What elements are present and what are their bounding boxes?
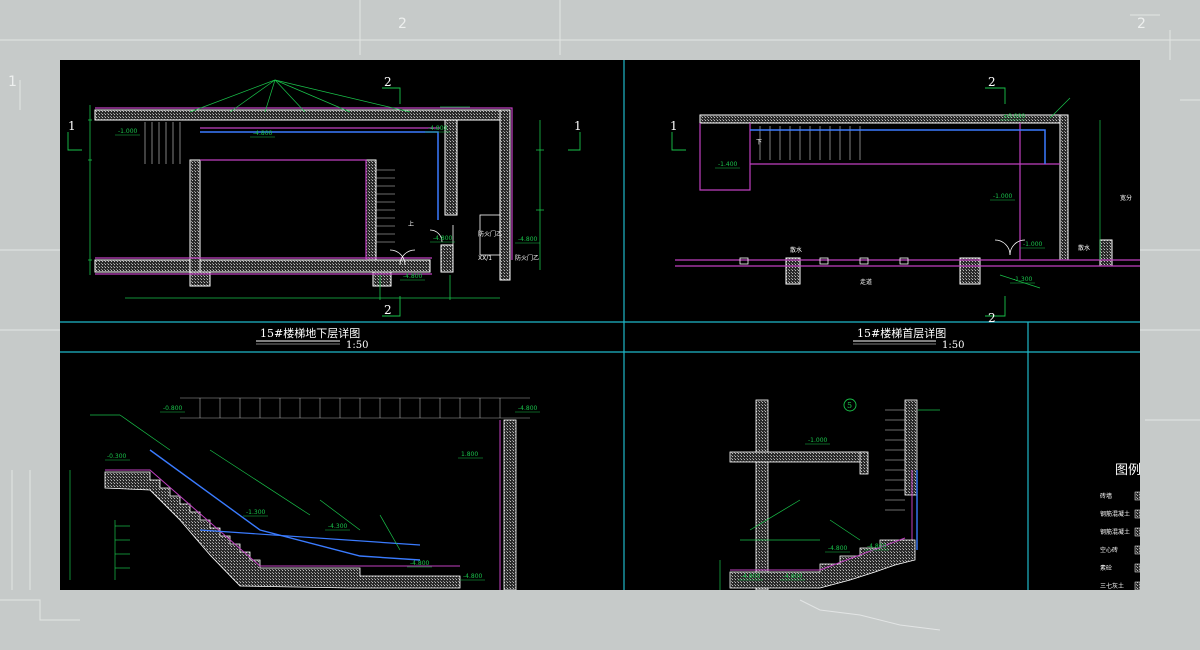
grid-mark: 1 [68,119,76,133]
room-label: 宽分 [1120,194,1132,202]
legend-item: 空心砖 [1100,546,1118,554]
legend-item: 钢筋混凝土 [1100,528,1130,536]
room-label: 下 [756,139,762,146]
sheet-grid [60,60,1140,590]
room-label: 上 [408,220,414,228]
elev-tag: -1.000 [118,128,138,135]
elev-tag: -4.800 [403,273,423,280]
stair-section-b: 5 -1.000 -4.800 -4.800 -4.800 -4.800 [719,398,940,590]
grid-mark: 2 [988,75,996,89]
room-label: 防火门乙 [478,230,502,238]
bg-grid-mark-2: 2 [398,16,407,32]
room-label: XX/1 [478,255,492,262]
room-label: 散水 [1078,244,1090,252]
drawing-title: 15#楼梯首层详图 [857,326,946,340]
grid-mark: 2 [988,311,996,325]
elev-tag: -4.800 [428,125,448,132]
grid-mark: 2 [384,303,392,317]
legend-item: 砖墙 [1100,492,1112,500]
elev-tag: 1.800 [461,451,478,458]
elev-tag: -0.300 [107,453,127,460]
legend-title: 图例 [1115,463,1140,478]
elev-tag: -1.300 [246,509,266,516]
legend-item: 钢筋混凝土 [1100,510,1130,518]
drawing-title: 15#楼梯地下层详图 [260,326,360,340]
room-label: 走道 [860,278,872,286]
elev-tag: -4.800 [828,545,848,552]
elev-tag: -1.400 [718,161,738,168]
elev-tag: -4.800 [433,235,453,242]
bg-grid-mark-1: 1 [8,74,17,90]
legend: 图例 砖墙 钢筋混凝土 钢筋混凝土 空心砖 素砼 三七灰土 [1100,463,1140,590]
grid-mark: 2 [384,75,392,89]
grid-mark: 1 [670,119,678,133]
drawing-scale: 1:50 [942,340,964,351]
elev-tag: -1.000 [1023,241,1043,248]
elev-tag: -4.800 [410,560,430,567]
elev-tag: -4.800 [783,573,803,580]
legend-item: 素砼 [1100,564,1112,572]
ground-floor-plan: -1.400 -1.000 ±0.000 -1.300 -1.000 下 散水 … [670,75,1140,351]
stair-section-a: -0.300 -0.800 -4.800 1.800 -1.300 -4.300… [69,397,540,590]
elev-tag: -4.800 [741,573,761,580]
elev-tag: -0.800 [163,405,183,412]
basement-plan: -1.000 -4.800 -4.800 -4.800 -4.800 -4.80… [67,75,582,351]
section-mark: 5 [847,401,852,410]
bg-grid-mark-2b: 2 [1137,16,1146,32]
elev-tag: -4.800 [253,130,273,137]
drawing-scale: 1:50 [346,340,368,351]
elev-tag: -4.800 [463,573,483,580]
elev-tag: ±0.000 [1003,113,1025,120]
elev-tag: -4.800 [518,236,538,243]
elev-tag: -4.800 [518,405,538,412]
elev-tag: -1.300 [1013,276,1033,283]
room-label: 散水 [790,246,802,254]
grid-mark: 1 [574,119,582,133]
cad-drawing-canvas: -1.000 -4.800 -4.800 -4.800 -4.800 -4.80… [60,60,1140,590]
elev-tag: -1.000 [993,193,1013,200]
elev-tag: -1.000 [808,437,828,444]
legend-item: 三七灰土 [1100,582,1124,590]
elev-tag: -4.800 [867,543,887,550]
room-label: 防火门乙 [515,254,539,262]
elev-tag: -4.300 [328,523,348,530]
